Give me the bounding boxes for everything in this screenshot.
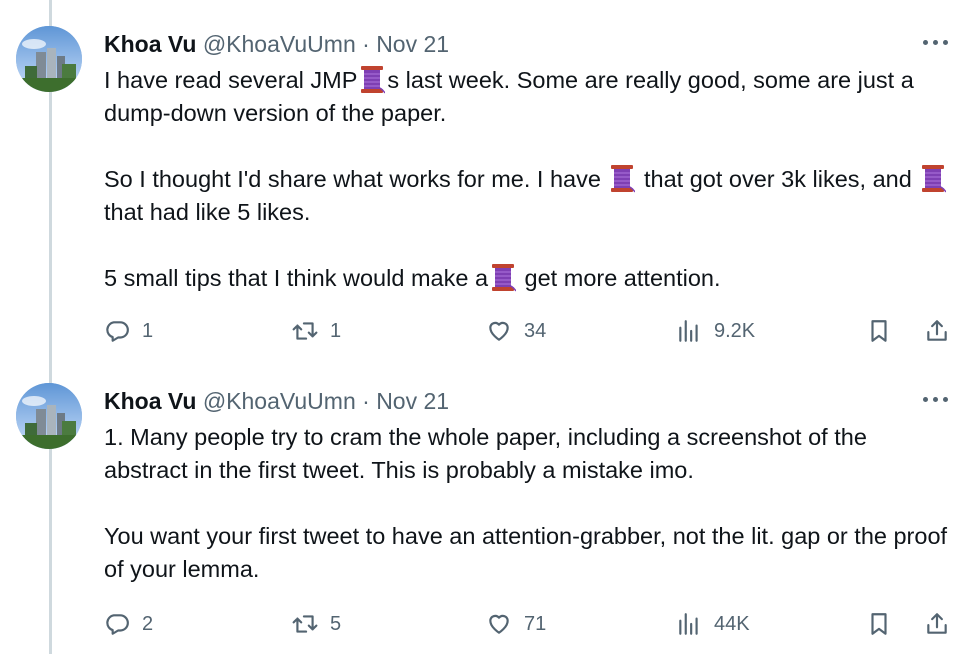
separator-dot: ·: [362, 31, 370, 57]
author-handle[interactable]: @KhoaVuUmn: [203, 388, 356, 414]
heart-icon: [489, 614, 509, 634]
retweet-button[interactable]: 5: [292, 609, 341, 639]
views-count: 9.2K: [714, 319, 756, 342]
reply-button[interactable]: 1: [104, 316, 153, 346]
spool-of-thread-emoji: [359, 65, 387, 94]
reply-count: 2: [142, 612, 154, 635]
more-icon[interactable]: [923, 40, 949, 48]
tweet-text-run: that had like 5 likes.: [104, 199, 311, 225]
tweet-text-run: You want your first tweet to have an att…: [104, 523, 948, 582]
bookmark-button[interactable]: [866, 609, 892, 639]
like-button[interactable]: 71: [486, 609, 546, 639]
tweet[interactable]: Khoa Vu @KhoaVuUmn · Nov 21 I have read …: [0, 26, 975, 356]
views-icon: [679, 320, 698, 342]
like-count: 34: [524, 319, 547, 342]
reply-icon: [106, 321, 129, 342]
tweet-paragraph: I have read several JMP s last week. Some…: [104, 64, 954, 130]
spool-of-thread-emoji: [490, 263, 517, 292]
tweet-text-run: get more attention.: [518, 265, 721, 291]
retweet-count: 1: [330, 319, 342, 342]
reply-button[interactable]: 2: [104, 609, 153, 639]
tweet-date[interactable]: Nov 21: [376, 31, 449, 57]
tweet-text: 1. Many people try to cram the whole pap…: [104, 421, 954, 586]
bookmark-icon: [871, 320, 887, 342]
share-icon: [927, 320, 947, 341]
author-name[interactable]: Khoa Vu: [104, 31, 196, 57]
like-button[interactable]: 34: [486, 316, 546, 346]
author-name[interactable]: Khoa Vu: [104, 388, 196, 414]
like-count: 71: [524, 612, 547, 635]
avatar[interactable]: [16, 383, 82, 449]
retweet-icon: [292, 322, 318, 340]
tweet-paragraph: 1. Many people try to cram the whole pap…: [104, 421, 954, 487]
views-count: 44K: [714, 612, 750, 635]
reply-count: 1: [142, 319, 154, 342]
retweet-button[interactable]: 1: [292, 316, 341, 346]
share-button[interactable]: [924, 609, 950, 639]
views-button[interactable]: 9.2K: [676, 316, 755, 346]
avatar[interactable]: [16, 26, 82, 92]
separator-dot: ·: [362, 388, 370, 414]
spool-of-thread-emoji: [609, 164, 637, 193]
tweet-text-run: I have read several JMP: [104, 67, 358, 93]
more-icon[interactable]: [923, 397, 949, 405]
tweet[interactable]: Khoa Vu @KhoaVuUmn · Nov 21 1. Many peop…: [0, 383, 975, 654]
views-icon: [679, 613, 698, 635]
views-button[interactable]: 44K: [676, 609, 750, 639]
bookmark-button[interactable]: [866, 316, 892, 346]
tweet-paragraph: 5 small tips that I think would make a g…: [104, 262, 954, 295]
author-handle[interactable]: @KhoaVuUmn: [203, 31, 356, 57]
tweet-text: I have read several JMP s last week. Some…: [104, 64, 954, 295]
tweet-text-run: So I thought I'd share what works for me…: [104, 166, 608, 192]
tweet-header: Khoa Vu @KhoaVuUmn · Nov 21: [104, 30, 449, 58]
action-bar: 1 1 34 9.2K: [0, 316, 975, 346]
tweet-text-run: 5 small tips that I think would make a: [104, 265, 489, 291]
share-button[interactable]: [924, 316, 950, 346]
tweet-date[interactable]: Nov 21: [376, 388, 449, 414]
spool-of-thread-emoji: [920, 164, 947, 193]
tweet-paragraph: So I thought I'd share what works for me…: [104, 163, 954, 229]
action-bar: 2 5 71 44K: [0, 609, 975, 639]
retweet-count: 5: [330, 612, 342, 635]
retweet-icon: [292, 615, 318, 633]
share-icon: [927, 613, 947, 634]
tweet-header: Khoa Vu @KhoaVuUmn · Nov 21: [104, 387, 449, 415]
tweet-text-run: 1. Many people try to cram the whole pap…: [104, 424, 867, 483]
bookmark-icon: [871, 613, 887, 635]
heart-icon: [489, 321, 509, 341]
tweet-paragraph: You want your first tweet to have an att…: [104, 520, 954, 586]
tweet-text-run: that got over 3k likes, and: [637, 166, 919, 192]
reply-icon: [106, 614, 129, 635]
